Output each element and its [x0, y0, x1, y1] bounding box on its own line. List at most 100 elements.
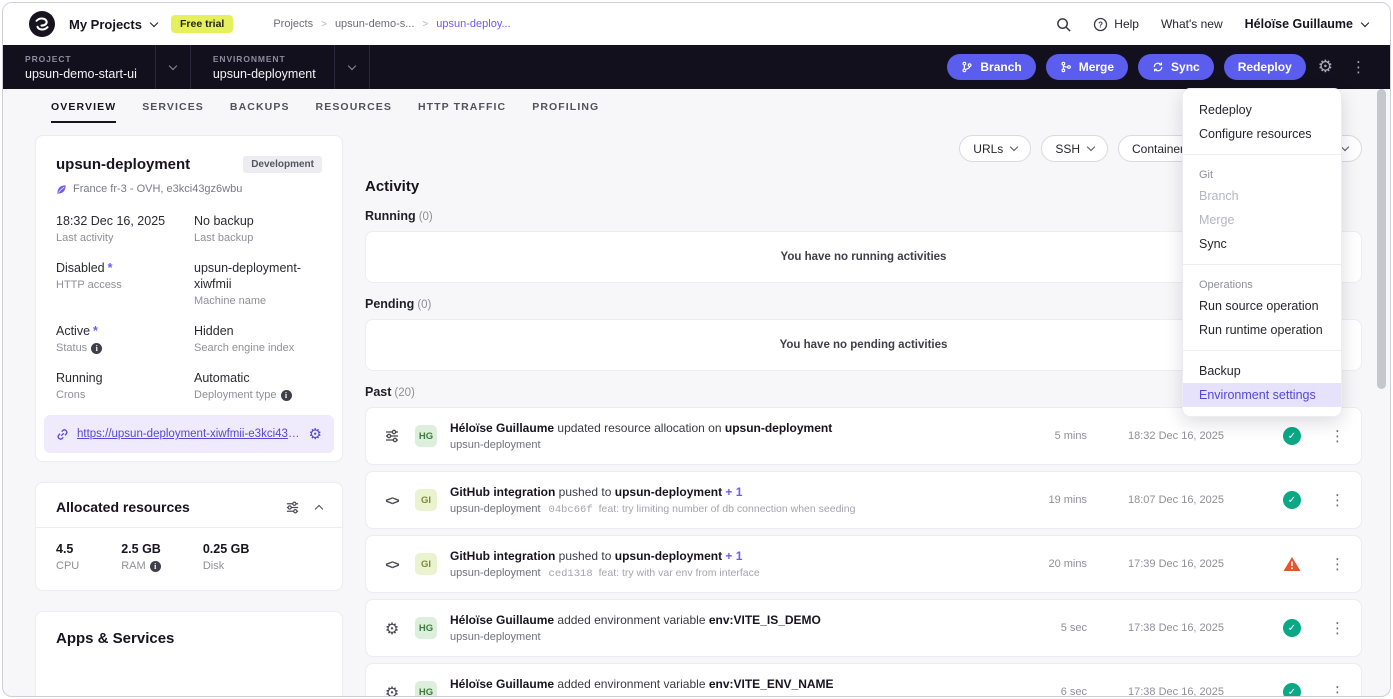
- activity-row[interactable]: <> GI GitHub integration pushed to upsun…: [365, 471, 1362, 529]
- success-status-icon: ✓: [1283, 427, 1301, 445]
- activity-timestamp: 17:38 Dec 16, 2025: [1128, 622, 1242, 634]
- commit-message: feat: try with var env from interface: [599, 567, 760, 579]
- breadcrumb-separator: >: [321, 19, 327, 30]
- stat-crons: Running Crons: [56, 370, 184, 401]
- tab-overview[interactable]: OVERVIEW: [51, 101, 116, 123]
- allocated-resources-title: Allocated resources: [56, 499, 269, 515]
- breadcrumb-environment[interactable]: upsun-deploy...: [436, 18, 510, 30]
- activity-description: GitHub integration pushed to upsun-deplo…: [450, 549, 1014, 563]
- chevron-down-icon: [1087, 143, 1095, 151]
- upsun-console: My Projects Free trial Projects > upsun-…: [2, 2, 1391, 697]
- project-selector-chevron[interactable]: [156, 45, 191, 89]
- extra-count-link[interactable]: + 1: [725, 485, 742, 499]
- breadcrumb-separator: >: [422, 19, 428, 30]
- chevron-down-icon: [1341, 143, 1349, 151]
- apps-services-title: Apps & Services: [56, 630, 322, 647]
- commit-hash: 04bc66f: [549, 504, 593, 516]
- activity-row[interactable]: ⚙ HG Héloïse Guillaume added environment…: [365, 599, 1362, 657]
- tab-services[interactable]: SERVICES: [142, 101, 204, 123]
- tab-backups[interactable]: BACKUPS: [230, 101, 290, 123]
- menu-item-run-source-operation[interactable]: Run source operation: [1183, 294, 1341, 318]
- activity-timestamp: 18:07 Dec 16, 2025: [1128, 494, 1242, 506]
- settings-gear-icon[interactable]: ⚙: [1316, 57, 1335, 77]
- collapse-chevron-icon[interactable]: [315, 504, 323, 512]
- git-merge-icon: [1060, 61, 1072, 73]
- menu-item-environment-settings[interactable]: Environment settings: [1183, 383, 1341, 407]
- redeploy-button[interactable]: Redeploy: [1224, 54, 1306, 80]
- activity-row[interactable]: ⚙ HG Héloïse Guillaume added environment…: [365, 663, 1362, 697]
- project-selector[interactable]: PROJECT upsun-demo-start-ui: [3, 45, 156, 89]
- breadcrumb-projects[interactable]: Projects: [273, 18, 313, 30]
- urls-label: URLs: [973, 142, 1003, 156]
- extra-count-link[interactable]: + 1: [725, 549, 742, 563]
- activity-age: 5 sec: [1035, 622, 1087, 634]
- activity-row[interactable]: <> GI GitHub integration pushed to upsun…: [365, 535, 1362, 593]
- environment-context-menu: Redeploy Configure resources Git Branch …: [1182, 88, 1342, 417]
- activity-environment: upsun-deployment04bc66ffeat: try limitin…: [450, 503, 1014, 516]
- ssh-dropdown-button[interactable]: SSH: [1041, 135, 1108, 162]
- activity-age: 6 sec: [1035, 686, 1087, 697]
- row-kebab-icon[interactable]: ⋮: [1330, 555, 1345, 573]
- tab-profiling[interactable]: PROFILING: [532, 101, 599, 123]
- activity-timestamp: 17:39 Dec 16, 2025: [1128, 558, 1242, 570]
- row-kebab-icon[interactable]: ⋮: [1330, 619, 1345, 637]
- tab-http-traffic[interactable]: HTTP TRAFFIC: [418, 101, 506, 123]
- environment-sidebar: upsun-deployment Development France fr-3…: [35, 135, 343, 697]
- help-label: Help: [1114, 17, 1139, 31]
- ssh-label: SSH: [1055, 142, 1080, 156]
- environment-url-bar: https://upsun-deployment-xiwfmii-e3kci43…: [44, 415, 334, 453]
- activity-age: 19 mins: [1035, 494, 1087, 506]
- merge-button[interactable]: Merge: [1046, 54, 1128, 80]
- my-projects-menu[interactable]: My Projects: [69, 17, 157, 32]
- url-settings-gear-icon[interactable]: ⚙: [309, 425, 322, 443]
- environment-url-link[interactable]: https://upsun-deployment-xiwfmii-e3kci43…: [77, 428, 301, 440]
- info-icon[interactable]: i: [281, 390, 292, 401]
- row-kebab-icon[interactable]: ⋮: [1330, 491, 1345, 509]
- menu-divider: [1183, 350, 1341, 351]
- environment-selector-chevron[interactable]: [335, 45, 370, 89]
- search-icon[interactable]: [1056, 17, 1071, 32]
- scrollbar-thumb[interactable]: [1377, 89, 1386, 389]
- stat-status: Active* Statusi: [56, 323, 184, 354]
- chevron-down-icon: [169, 61, 177, 69]
- free-trial-badge: Free trial: [171, 15, 233, 33]
- info-icon[interactable]: i: [150, 561, 161, 572]
- activity-environment: upsun-deployment: [450, 439, 1014, 451]
- chevron-down-icon: [150, 18, 158, 26]
- tab-resources[interactable]: RESOURCES: [316, 101, 392, 123]
- row-kebab-icon[interactable]: ⋮: [1330, 427, 1345, 445]
- stat-last-activity: 18:32 Dec 16, 2025 Last activity: [56, 213, 184, 244]
- environment-menu-kebab-icon[interactable]: ⋮: [1345, 58, 1372, 76]
- row-kebab-icon[interactable]: ⋮: [1330, 683, 1345, 697]
- menu-item-backup[interactable]: Backup: [1183, 359, 1341, 383]
- branch-button[interactable]: Branch: [947, 54, 1035, 80]
- sync-icon: [1152, 61, 1164, 73]
- user-name: Héloïse Guillaume: [1245, 17, 1353, 31]
- sync-button[interactable]: Sync: [1138, 54, 1214, 80]
- expand-chevron-icon[interactable]: [185, 694, 193, 697]
- breadcrumb: Projects > upsun-demo-s... > upsun-deplo…: [273, 18, 510, 30]
- commit-message: feat: try limiting number of db connecti…: [599, 503, 856, 515]
- menu-item-redeploy[interactable]: Redeploy: [1183, 98, 1341, 122]
- menu-header-git: Git: [1183, 163, 1341, 184]
- svg-text:?: ?: [1098, 20, 1103, 29]
- stat-deployment-type: Automatic Deployment typei: [194, 370, 322, 401]
- menu-item-run-runtime-operation[interactable]: Run runtime operation: [1183, 318, 1341, 342]
- breadcrumb-project[interactable]: upsun-demo-s...: [335, 18, 414, 30]
- whats-new-link[interactable]: What's new: [1161, 17, 1223, 31]
- leaf-icon: [56, 184, 67, 195]
- help-button[interactable]: ? Help: [1093, 17, 1139, 32]
- upsun-logo-icon[interactable]: [29, 11, 55, 37]
- info-icon[interactable]: i: [91, 343, 102, 354]
- urls-dropdown-button[interactable]: URLs: [959, 135, 1031, 162]
- user-menu[interactable]: Héloïse Guillaume: [1245, 17, 1368, 31]
- environment-selector[interactable]: ENVIRONMENT upsun-deployment: [191, 45, 335, 89]
- resource-allocation-icon: [382, 428, 402, 444]
- activity-description: Héloïse Guillaume updated resource alloc…: [450, 421, 1014, 435]
- region-label: France fr-3 - OVH, e3kci43gz6wbu: [73, 183, 242, 195]
- activity-age: 5 mins: [1035, 430, 1087, 442]
- menu-item-configure-resources[interactable]: Configure resources: [1183, 122, 1341, 146]
- sliders-icon[interactable]: [285, 500, 300, 515]
- chevron-down-icon: [1010, 143, 1018, 151]
- menu-item-sync[interactable]: Sync: [1183, 232, 1341, 256]
